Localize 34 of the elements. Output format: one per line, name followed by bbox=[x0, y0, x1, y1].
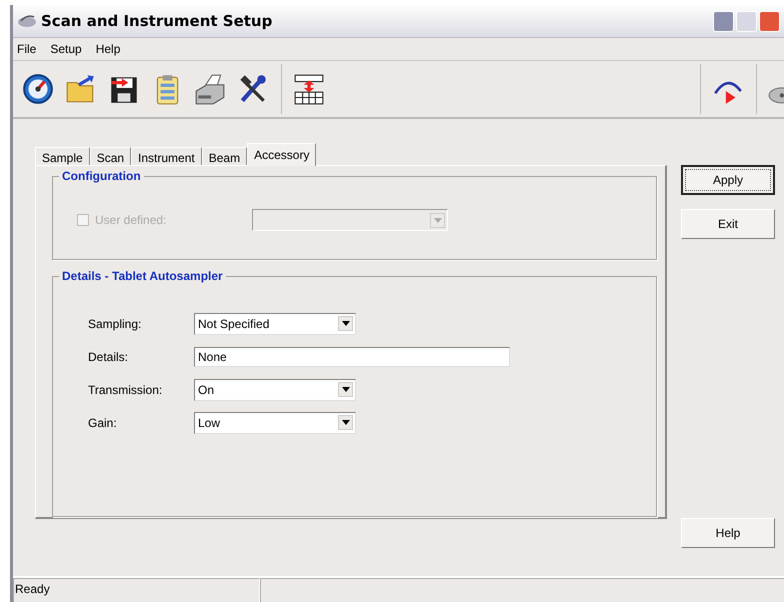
dropdown-arrow-icon bbox=[434, 218, 442, 222]
tab[interactable]: Sample bbox=[35, 147, 90, 165]
apply-button[interactable]: Apply bbox=[681, 165, 775, 195]
menu-item[interactable]: File bbox=[17, 42, 36, 56]
gauge-icon[interactable] bbox=[21, 72, 55, 106]
dropdown[interactable]: Low bbox=[194, 412, 356, 434]
menu-item[interactable]: Help bbox=[96, 42, 120, 56]
tab[interactable]: Scan bbox=[90, 147, 132, 165]
close-button[interactable] bbox=[759, 10, 780, 32]
dropdown-arrow-icon bbox=[342, 321, 350, 326]
status-text: Ready bbox=[13, 578, 260, 602]
table-icon[interactable] bbox=[292, 72, 326, 106]
dropdown-arrow-icon bbox=[342, 420, 350, 426]
menu-item[interactable]: Setup bbox=[50, 42, 82, 56]
checkbox-label: User defined: bbox=[95, 213, 166, 227]
field-label: Sampling: bbox=[88, 316, 142, 331]
field-label: Gain: bbox=[88, 416, 118, 430]
tab[interactable]: Beam bbox=[202, 147, 248, 165]
tab[interactable]: Accessory bbox=[247, 143, 316, 166]
dropdown[interactable]: Not Specified bbox=[194, 312, 356, 335]
exit-button[interactable]: Exit bbox=[681, 209, 775, 239]
printer-icon[interactable] bbox=[193, 72, 227, 106]
field-label: Details: bbox=[88, 350, 130, 364]
minimize-button[interactable] bbox=[713, 10, 734, 32]
group-title: Details - Tablet Autosampler bbox=[59, 268, 226, 283]
dropdown-arrow-icon bbox=[342, 387, 350, 392]
group-title: Configuration bbox=[59, 169, 144, 183]
field-label: Transmission: bbox=[88, 382, 164, 397]
app-icon bbox=[17, 14, 37, 28]
tab[interactable]: Instrument bbox=[131, 147, 202, 165]
help-button[interactable]: Help bbox=[681, 518, 775, 548]
input-field[interactable]: None bbox=[194, 346, 510, 367]
dropdown[interactable]: On bbox=[194, 378, 356, 401]
window-title: Scan and Instrument Setup bbox=[41, 12, 272, 30]
